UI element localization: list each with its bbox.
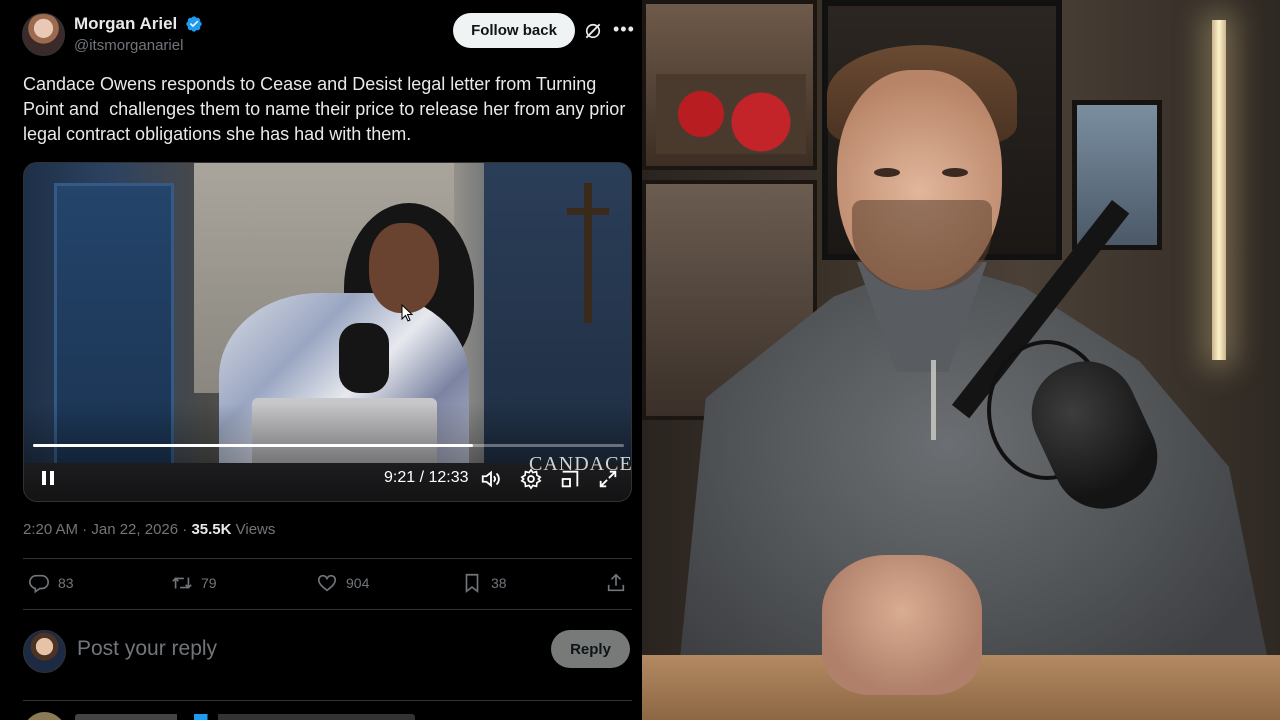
tweet-panel: Morgan Ariel @itsmorganariel Follow back…	[0, 0, 642, 720]
settings-icon[interactable]	[520, 468, 542, 490]
pause-icon[interactable]	[39, 469, 57, 487]
repost-count: 79	[201, 575, 217, 591]
views-label: Views	[231, 521, 276, 538]
webcam-person-hands	[822, 555, 982, 695]
video-frame-microphone	[339, 323, 389, 393]
repost-action[interactable]: 79	[171, 572, 217, 594]
share-icon	[607, 573, 625, 592]
video-frame-person-face	[369, 223, 439, 313]
author-avatar[interactable]	[22, 13, 65, 56]
tweet-meta: 2:20 AM · Jan 22, 2026 · 35.5K Views	[23, 521, 275, 538]
divider-bottom	[23, 609, 632, 610]
video-player[interactable]: CANDACE 9:21 / 12:33	[23, 162, 632, 502]
like-action[interactable]: 904	[316, 572, 369, 594]
video-frame-crucifix-bar	[567, 208, 609, 215]
bookmark-action[interactable]: 38	[461, 572, 507, 594]
author-name-block: Morgan Ariel @itsmorganariel	[74, 14, 203, 54]
reply-count: 83	[58, 575, 74, 591]
like-count: 904	[346, 575, 370, 591]
video-progress-fill	[33, 444, 474, 447]
divider-reply	[23, 700, 632, 701]
video-frame-crucifix	[584, 183, 592, 323]
video-progress-bar[interactable]	[33, 444, 624, 447]
reply-icon	[29, 574, 49, 594]
webcam-wall-frame-flowers	[642, 0, 817, 170]
more-icon[interactable]: •••	[613, 19, 634, 39]
mouse-cursor-icon	[401, 304, 413, 322]
webcam-person-eye-right	[942, 168, 968, 177]
bookmark-count: 38	[491, 575, 507, 591]
divider-top	[23, 558, 632, 559]
verified-icon	[186, 16, 202, 32]
fullscreen-icon[interactable]	[597, 468, 619, 490]
author-display-name[interactable]: Morgan Ariel	[74, 14, 177, 34]
next-tweet-avatar	[23, 712, 66, 720]
user-avatar[interactable]	[23, 630, 66, 673]
bookmark-icon	[465, 573, 479, 593]
tweet-header: Morgan Ariel @itsmorganariel Follow back…	[22, 13, 634, 57]
views-count: 35.5K	[191, 521, 232, 538]
pip-icon[interactable]	[559, 468, 581, 490]
tweet-text: Candace Owens responds to Cease and Desi…	[23, 74, 631, 144]
webcam-feed	[642, 0, 1280, 720]
reply-button[interactable]: Reply	[551, 630, 630, 668]
video-time-readout: 9:21 / 12:33	[384, 469, 469, 486]
reply-action[interactable]: 83	[28, 572, 74, 594]
next-tweet-header	[75, 714, 415, 720]
reply-input[interactable]: Post your reply	[77, 637, 217, 661]
follow-back-button[interactable]: Follow back	[453, 13, 575, 48]
webcam-person-eye-left	[874, 168, 900, 177]
webcam-person-zipper	[931, 360, 936, 440]
like-icon	[317, 574, 337, 592]
next-tweet-peek	[23, 712, 423, 720]
share-action[interactable]	[605, 572, 627, 594]
webcam-light-bar	[1212, 20, 1226, 360]
author-handle[interactable]: @itsmorganariel	[74, 37, 203, 54]
volume-icon[interactable]	[480, 468, 502, 490]
grok-icon[interactable]	[583, 21, 603, 41]
repost-icon	[172, 577, 192, 589]
tweet-actions: 83 79 904 38	[23, 572, 632, 598]
tweet-timestamp[interactable]: 2:20 AM · Jan 22, 2026 ·	[23, 521, 191, 538]
webcam-flower-photo	[656, 74, 806, 154]
